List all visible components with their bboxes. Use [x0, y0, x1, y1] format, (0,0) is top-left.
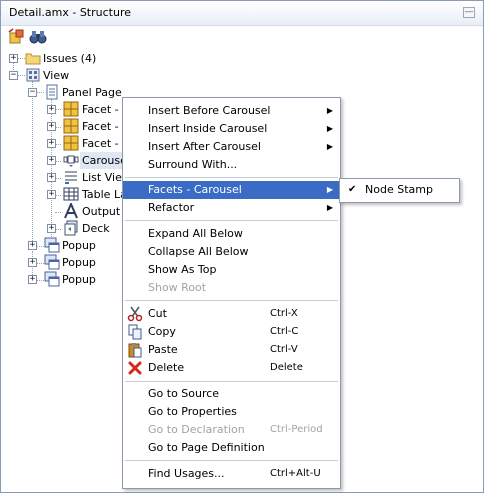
expand-toggle[interactable]: + [47, 190, 56, 199]
view-icon [25, 67, 41, 83]
expand-toggle[interactable]: + [47, 173, 56, 182]
tree-node-label: Popup [62, 273, 96, 286]
menu-item-delete[interactable]: Delete Delete [123, 359, 340, 377]
tree-node-label: Popup [62, 239, 96, 252]
expand-toggle[interactable]: + [9, 54, 18, 63]
menu-item-go-to-page-definition[interactable]: Go to Page Definition [123, 439, 340, 457]
expand-toggle[interactable]: + [28, 241, 37, 250]
expand-toggle[interactable]: + [47, 224, 56, 233]
facets-submenu: ✔ Node Stamp [339, 178, 460, 203]
menu-item-surround-with[interactable]: Surround With... [123, 156, 340, 174]
expand-toggle[interactable]: + [28, 275, 37, 284]
minimize-button[interactable]: — [463, 7, 475, 18]
facet-icon [63, 101, 79, 117]
menu-item-node-stamp[interactable]: ✔ Node Stamp [340, 181, 459, 199]
menu-item-facets-carousel[interactable]: Facets - Carousel ▶ [123, 181, 340, 199]
list-icon [63, 169, 79, 185]
collapse-toggle[interactable]: − [9, 71, 18, 80]
facet-icon [63, 135, 79, 151]
tree-node-label: Deck [82, 222, 110, 235]
menu-item-insert-inside[interactable]: Insert Inside Carousel ▶ [123, 120, 340, 138]
facet-icon [63, 118, 79, 134]
tree-node-label: Issues (4) [43, 52, 97, 65]
menu-item-insert-after[interactable]: Insert After Carousel ▶ [123, 138, 340, 156]
menu-item-go-to-properties[interactable]: Go to Properties [123, 403, 340, 421]
tree-node-label: View [43, 69, 70, 82]
tree-node-view[interactable]: − View [1, 67, 201, 84]
context-menu: Insert Before Carousel ▶ Insert Inside Ca… [122, 97, 341, 489]
menu-separator [125, 220, 338, 221]
menu-item-collapse-all[interactable]: Collapse All Below [123, 243, 340, 261]
tree-node-label: Facet - s [82, 137, 128, 150]
submenu-arrow-icon: ▶ [326, 106, 333, 115]
page-icon [44, 84, 60, 100]
tree-node-issues[interactable]: + Issues (4) [1, 50, 201, 67]
menu-separator [125, 177, 338, 178]
menu-item-paste[interactable]: Paste Ctrl-V [123, 341, 340, 359]
folder-icon [25, 50, 41, 66]
toolbar [1, 26, 483, 48]
title-bar: Detail.amx - Structure — [1, 1, 483, 26]
menu-separator [125, 300, 338, 301]
deck-icon [63, 220, 79, 236]
expand-toggle[interactable]: + [47, 139, 56, 148]
menu-item-show-root: Show Root [148, 281, 207, 294]
submenu-arrow-icon: ▶ [326, 142, 333, 151]
popup-icon [44, 237, 60, 253]
menu-item-go-to-declaration: Go to Declaration Ctrl-Period [148, 423, 323, 436]
collapse-toggle[interactable]: − [28, 88, 37, 97]
tree-node-label: Table La [82, 188, 127, 201]
popup-icon [44, 254, 60, 270]
paste-icon [127, 342, 143, 358]
expand-toggle[interactable]: + [47, 122, 56, 131]
copy-icon [127, 324, 143, 340]
window-title: Detail.amx - Structure [9, 6, 131, 19]
menu-separator [125, 460, 338, 461]
expand-toggle[interactable]: + [28, 258, 37, 267]
menu-item-show-as-top[interactable]: Show As Top [123, 261, 340, 279]
delete-icon [127, 360, 143, 376]
freeze-view-icon[interactable] [7, 28, 25, 46]
tree-node-label: Popup [62, 256, 96, 269]
submenu-arrow-icon: ▶ [326, 124, 333, 133]
checkmark-icon: ✔ [348, 184, 357, 195]
menu-item-cut[interactable]: Cut Ctrl-X [123, 305, 340, 323]
table-icon [63, 186, 79, 202]
submenu-arrow-icon: ▶ [326, 203, 333, 212]
binoculars-icon[interactable] [29, 28, 47, 46]
expand-toggle[interactable]: + [47, 156, 56, 165]
menu-item-go-to-source[interactable]: Go to Source [123, 385, 340, 403]
menu-item-find-usages[interactable]: Find Usages... Ctrl+Alt-U [123, 465, 340, 483]
submenu-arrow-icon: ▶ [326, 185, 333, 194]
menu-separator [125, 381, 338, 382]
expand-toggle[interactable]: + [47, 105, 56, 114]
carousel-icon [63, 152, 79, 168]
tree-node-label: Panel Page [62, 86, 122, 99]
scissors-icon [127, 306, 143, 322]
menu-item-insert-before[interactable]: Insert Before Carousel ▶ [123, 102, 340, 120]
menu-item-expand-all[interactable]: Expand All Below [123, 225, 340, 243]
menu-item-refactor[interactable]: Refactor ▶ [123, 199, 340, 217]
popup-icon [44, 271, 60, 287]
text-icon [63, 201, 79, 219]
menu-item-copy[interactable]: Copy Ctrl-C [123, 323, 340, 341]
